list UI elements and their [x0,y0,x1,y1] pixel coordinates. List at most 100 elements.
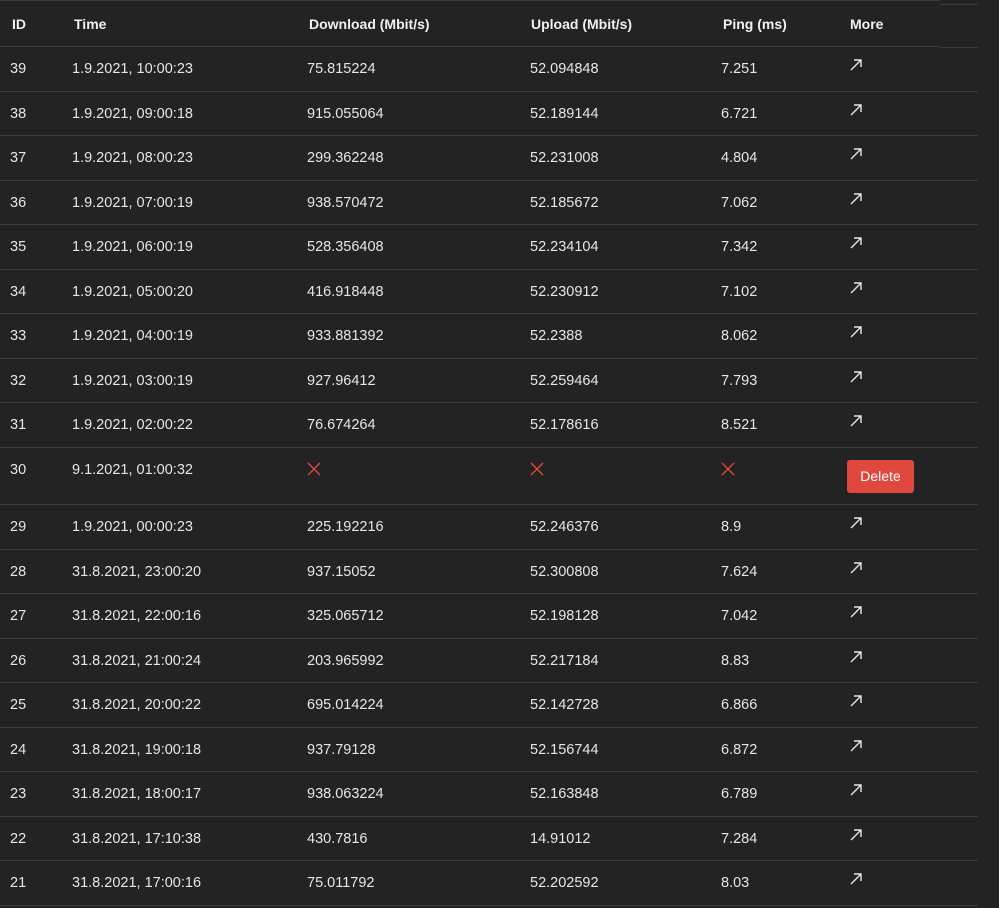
table-row: 35 1.9.2021, 06:00:19 528.356408 52.234104 7… [0,225,978,270]
cell-download: 299.362248 [307,150,384,166]
column-header-time[interactable]: Time [74,16,106,32]
cell-upload: 52.300808 [530,563,599,580]
cell-time: 1.9.2021, 07:00:19 [72,194,193,211]
cell-id: 24 [10,741,27,758]
arrow-up-right-icon[interactable] [849,236,863,250]
cell-download: 937.79128 [307,741,376,758]
cell-time: 31.8.2021, 17:10:38 [72,830,202,847]
cell-upload: 52.230912 [530,283,599,300]
cell-ping: 8.9 [721,519,742,535]
cell-time: 31.8.2021, 17:00:16 [72,875,202,891]
cell-ping: 7.793 [721,372,758,389]
cell-time: 1.9.2021, 09:00:18 [72,105,193,122]
speedtest-results-table: ID Time Download (Mbit/s) Upload (Mbit/s… [0,0,978,906]
cell-ping: 8.83 [721,652,750,669]
table-row: 32 1.9.2021, 03:00:19 927.96412 52.259464 7.… [0,359,978,403]
table-row: 22 31.8.2021, 17:10:38 430.7816 14.91012 7.2… [0,817,978,861]
cell-upload: 52.217184 [530,652,599,669]
cell-download: 938.570472 [307,194,384,211]
table-row: 36 1.9.2021, 07:00:19 938.570472 52.185672 7… [0,181,978,225]
upload-failed-x-icon [530,462,544,475]
cell-download: 225.192216 [307,519,384,535]
cell-ping: 8.062 [721,328,758,344]
cell-download: 933.881392 [307,328,384,344]
cell-id: 28 [10,563,27,580]
cell-ping: 7.062 [721,194,758,211]
table-row: 21 31.8.2021, 17:00:16 75.011792 52.202592 8… [0,861,978,906]
table-row: 25 31.8.2021, 20:00:22 695.014224 52.142728… [0,683,978,728]
cell-time: 1.9.2021, 08:00:23 [72,150,193,166]
arrow-up-right-icon[interactable] [849,192,863,206]
table-row: 34 1.9.2021, 05:00:20 416.918448 52.230912 7… [0,270,978,314]
cell-time: 31.8.2021, 22:00:16 [72,608,202,624]
cell-download: 75.815224 [307,61,376,77]
cell-download: 937.15052 [307,563,376,580]
arrow-up-right-icon[interactable] [849,414,863,428]
column-header-more: More [850,16,884,32]
cell-time: 1.9.2021, 00:00:23 [72,519,193,535]
column-header-upload[interactable]: Upload (Mbit/s) [531,16,632,32]
cell-id: 30 [10,461,27,478]
table-row: 27 31.8.2021, 22:00:16 325.065712 52.198128… [0,594,978,639]
cell-time: 1.9.2021, 06:00:19 [72,239,193,255]
arrow-up-right-icon[interactable] [849,561,863,575]
table-row: 37 1.9.2021, 08:00:23 299.362248 52.231008 4… [0,136,978,181]
cell-upload: 52.094848 [530,61,599,77]
cell-time: 9.1.2021, 01:00:32 [72,461,193,478]
cell-ping: 7.102 [721,283,758,300]
arrow-up-right-icon[interactable] [849,783,863,797]
cell-ping: 6.866 [721,697,758,713]
cell-upload: 52.156744 [530,741,599,758]
cell-download: 695.014224 [307,697,384,713]
table-row: 33 1.9.2021, 04:00:19 933.881392 52.2388 8.0… [0,314,978,359]
cell-time: 1.9.2021, 04:00:19 [72,328,193,344]
arrow-up-right-icon[interactable] [849,828,863,842]
cell-time: 31.8.2021, 23:00:20 [72,563,202,580]
table-row: 29 1.9.2021, 00:00:23 225.192216 52.246376 8… [0,505,978,550]
arrow-up-right-icon[interactable] [849,147,863,161]
arrow-up-right-icon[interactable] [849,650,863,664]
column-header-download[interactable]: Download (Mbit/s) [309,16,430,32]
cell-upload: 52.185672 [530,194,599,211]
arrow-up-right-icon[interactable] [849,281,863,295]
cell-id: 32 [10,372,27,389]
cell-id: 23 [10,786,27,802]
cell-upload: 52.198128 [530,608,599,624]
cell-download: 915.055064 [307,105,384,122]
cell-upload: 52.259464 [530,372,599,389]
arrow-up-right-icon[interactable] [849,516,863,530]
table-row: 24 31.8.2021, 19:00:18 937.79128 52.156744 6… [0,728,978,772]
cell-time: 1.9.2021, 02:00:22 [72,417,193,433]
cell-upload: 52.234104 [530,239,599,255]
cell-upload: 52.246376 [530,519,599,535]
arrow-up-right-icon[interactable] [849,325,863,339]
column-header-id[interactable]: ID [12,16,26,32]
cell-download: 75.011792 [307,875,375,891]
table-row: 38 1.9.2021, 09:00:18 915.055064 52.189144 6… [0,92,978,136]
delete-button[interactable]: Delete [847,459,914,493]
arrow-up-right-icon[interactable] [849,605,863,619]
cell-upload: 52.163848 [530,786,599,802]
cell-upload: 52.178616 [530,417,599,433]
cell-time: 31.8.2021, 19:00:18 [72,741,202,758]
cell-id: 22 [10,830,27,847]
arrow-up-right-icon[interactable] [849,694,863,708]
cell-download: 325.065712 [307,608,384,624]
cell-ping: 4.804 [721,150,758,166]
arrow-up-right-icon[interactable] [849,739,863,753]
cell-ping: 7.624 [721,563,758,580]
cell-upload: 52.189144 [530,105,599,122]
column-header-ping[interactable]: Ping (ms) [723,16,787,32]
cell-upload: 52.202592 [530,875,599,891]
arrow-up-right-icon[interactable] [849,58,863,72]
cell-ping: 8.521 [721,417,758,433]
arrow-up-right-icon[interactable] [849,103,863,117]
table-row-failed: 30 9.1.2021, 01:00:32 Delete [0,448,978,505]
arrow-up-right-icon[interactable] [849,370,863,384]
arrow-up-right-icon[interactable] [849,872,863,886]
ping-failed-x-icon [721,462,735,475]
table-row: 31 1.9.2021, 02:00:22 76.674264 52.178616 8.… [0,403,978,448]
cell-upload: 52.2388 [530,328,583,344]
table-body: 39 1.9.2021, 10:00:23 75.815224 52.094848 7.… [0,47,978,906]
cell-id: 39 [10,61,27,77]
